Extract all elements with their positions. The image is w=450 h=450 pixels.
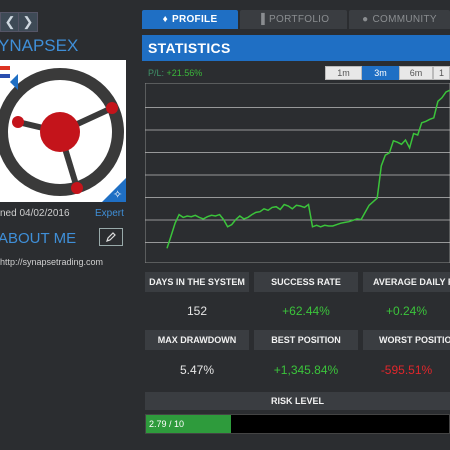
pencil-icon [106,232,116,242]
stat-label: MAX DRAWDOWN [145,330,249,350]
level-badge[interactable]: Expert [95,208,124,219]
stat-value: 5.47% [179,363,215,377]
stat-value: +62.44% [282,304,330,318]
stat-value: -595.51% [380,363,433,377]
tab-label: PROFILE [171,14,218,25]
equity-chart [145,83,450,263]
stat-label: SUCCESS RATE [254,272,358,292]
range-1y-button[interactable]: 1 [433,66,450,80]
next-button[interactable]: ❯ [18,12,38,32]
risk-level-bar: 2.79 / 10 [145,414,450,434]
bar-chart-icon: ▐ [257,14,266,25]
edit-button[interactable] [99,228,123,246]
risk-level-value: 2.79 / 10 [149,419,185,429]
range-3m-button[interactable]: 3m [362,66,399,80]
pnl-readout: P/L: +21.56% [148,68,202,78]
stat-label: WORST POSITION [363,330,450,350]
series-line [166,89,450,249]
prev-button[interactable]: ❮ [0,12,20,32]
tab-label: PORTFOLIO [269,14,330,25]
range-1m-button[interactable]: 1m [325,66,362,80]
joined-date: ned 04/02/2016 [0,208,70,219]
users-icon: ● [362,14,369,25]
about-title: ABOUT ME [0,230,77,247]
stat-label: DAYS IN THE SYSTEM [145,272,249,292]
statistics-title: STATISTICS [142,35,450,61]
tab-label: COMMUNITY [372,14,437,25]
stat-value: +1,345.84% [273,363,339,377]
tie-icon: ♦ [162,14,168,25]
stat-label: AVERAGE DAILY PA [363,272,450,292]
svg-text:✧: ✧ [113,188,122,201]
chart-frame [145,83,450,263]
pnl-label: P/L: [148,68,165,78]
chevron-right-icon: ❯ [22,14,34,29]
username: YNAPSEX [0,36,79,55]
avatar: ✧ [0,60,126,202]
range-6m-button[interactable]: 6m [399,66,433,80]
website-link[interactable]: http://synapsetrading.com [0,257,103,267]
tab-profile[interactable]: ♦ PROFILE [142,10,238,29]
stat-value: +0.24% [385,304,428,318]
pnl-value: +21.56% [166,68,203,78]
flag-icon [0,66,10,78]
stat-value: 152 [186,304,208,318]
chevron-left-icon: ❮ [4,14,16,29]
stat-label: BEST POSITION [254,330,358,350]
tab-community[interactable]: ● COMMUNITY [349,10,450,29]
risk-level-title: RISK LEVEL [145,392,450,410]
tab-portfolio[interactable]: ▐ PORTFOLIO [240,10,347,29]
